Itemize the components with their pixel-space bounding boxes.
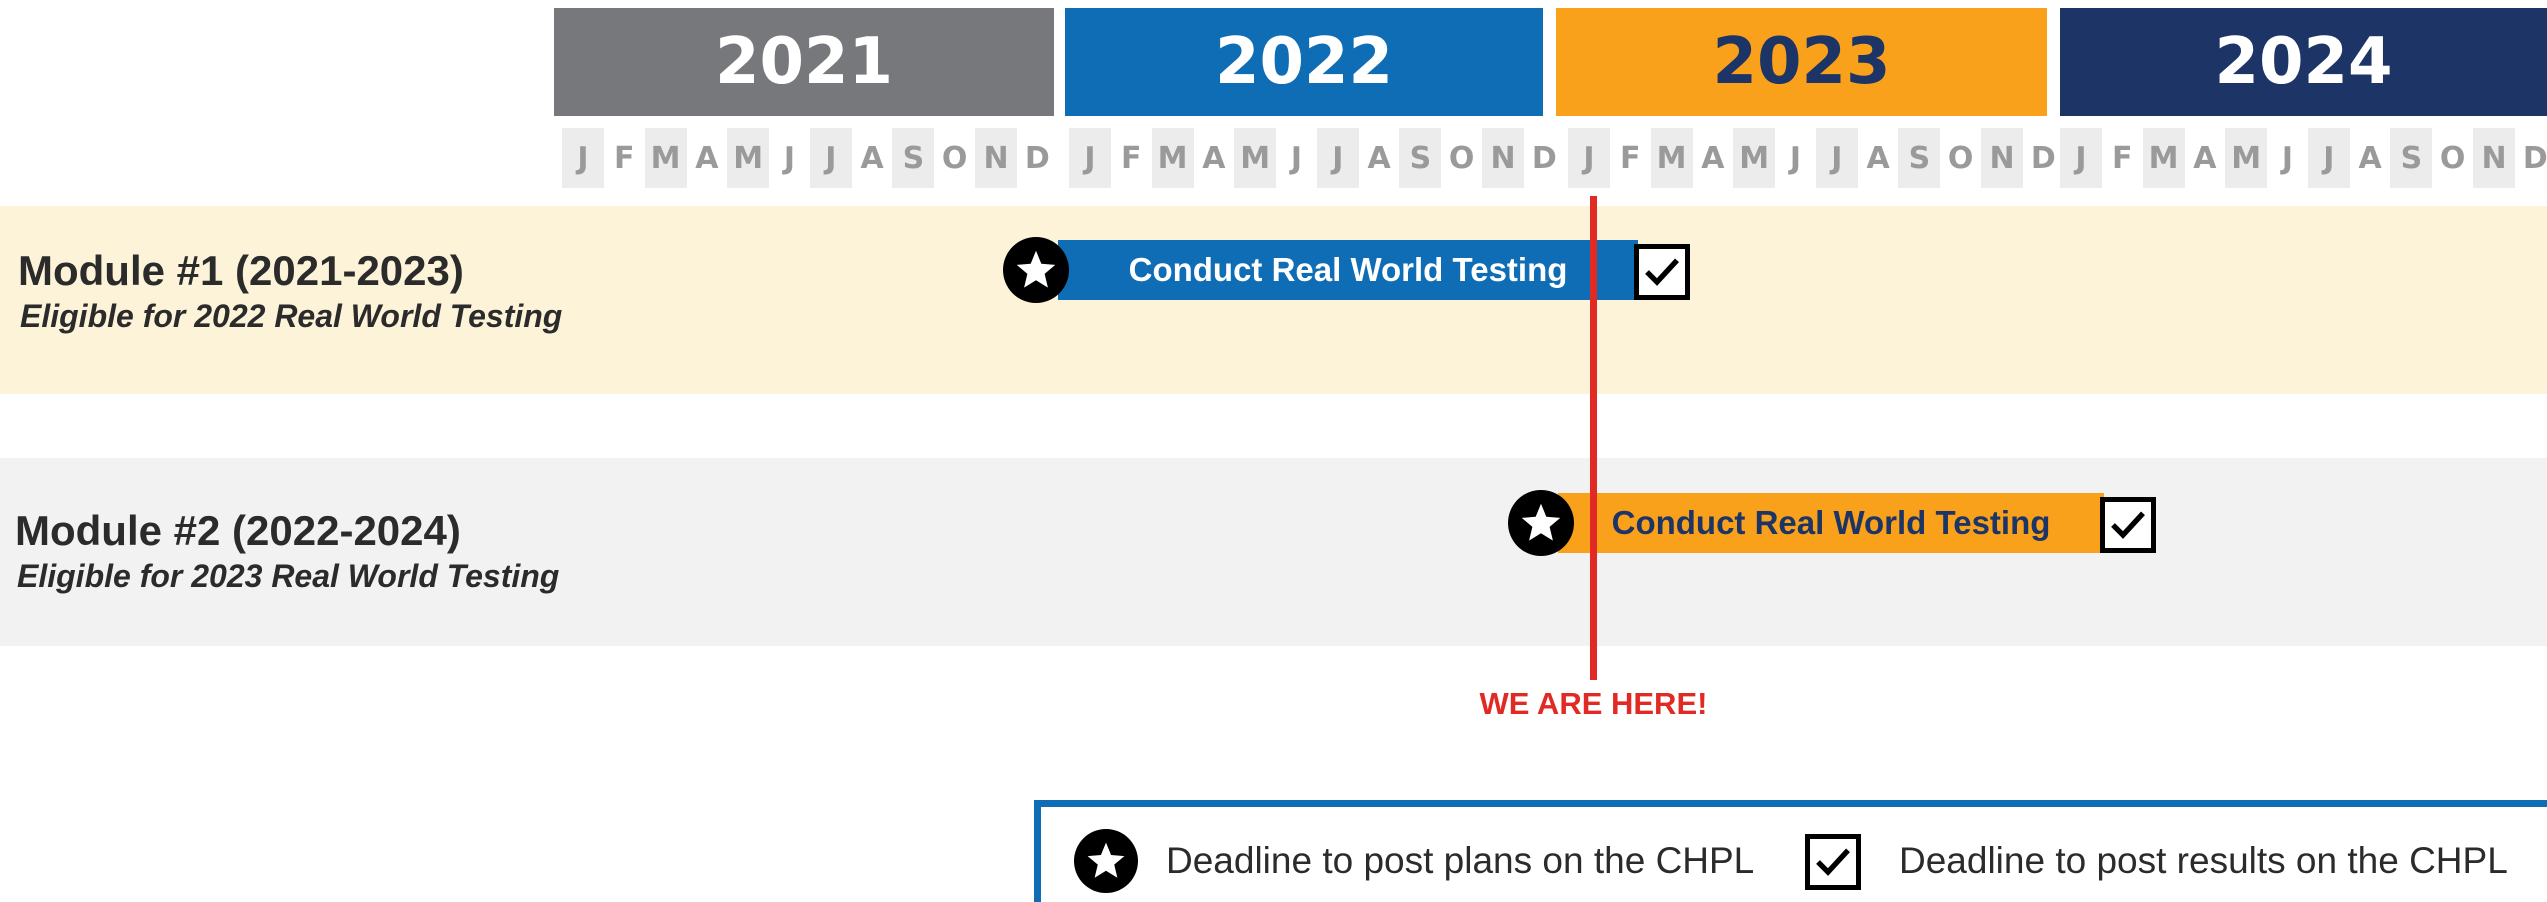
month-2022-5: M — [1234, 128, 1277, 188]
month-2022-2: F — [1121, 140, 1142, 176]
month-2023-3: M — [1650, 128, 1693, 188]
module-1-subtitle: Eligible for 2022 Real World Testing — [20, 298, 563, 334]
month-2024-6: J — [2281, 140, 2294, 176]
month-2023-12: D — [2030, 140, 2056, 176]
year-2024: 2024 — [2060, 8, 2547, 116]
month-2021-3: M — [644, 128, 687, 188]
month-2024-9: S — [2390, 128, 2433, 188]
year-2021: 2021 — [554, 8, 1054, 116]
month-2022-1: J — [1069, 128, 1111, 188]
month-2024-8: A — [2358, 140, 2382, 176]
month-2022-4: A — [1202, 140, 1226, 176]
month-2021-2: F — [614, 140, 635, 176]
module-1-testing-bar: Conduct Real World Testing — [1058, 240, 1638, 300]
month-2024-7: J — [2307, 128, 2350, 188]
month-2024-10: O — [2439, 140, 2466, 176]
module-1-title: Module #1 (2021-2023) — [18, 247, 464, 294]
month-2023-8: A — [1866, 140, 1890, 176]
month-2021-8: A — [860, 140, 884, 176]
month-2024-5: M — [2225, 128, 2268, 188]
month-2024-11: N — [2473, 128, 2515, 188]
month-2022-9: S — [1399, 128, 1442, 188]
year-2023: 2023 — [1556, 8, 2047, 116]
legend-checkbox-icon — [1805, 834, 1861, 890]
module-1-results-check-icon — [1634, 244, 1690, 300]
month-2021-6: J — [783, 140, 796, 176]
current-date-label: WE ARE HERE! — [1479, 686, 1708, 721]
module-2-plans-star-icon — [1508, 490, 1574, 556]
month-2023-10: O — [1947, 140, 1974, 176]
month-2023-7: J — [1815, 128, 1858, 188]
month-2024-4: A — [2193, 140, 2217, 176]
month-2021-10: O — [941, 140, 968, 176]
module-2-results-check-icon — [2100, 497, 2156, 553]
month-2021-9: S — [892, 128, 935, 188]
month-2023-1: J — [1568, 128, 1610, 188]
month-2021-4: A — [695, 140, 719, 176]
month-2022-11: N — [1482, 128, 1524, 188]
month-2021-5: M — [727, 128, 770, 188]
legend-results-label: Deadline to post results on the CHPL — [1899, 840, 2508, 881]
month-2023-11: N — [1981, 128, 2023, 188]
month-2022-3: M — [1151, 128, 1194, 188]
month-2022-6: J — [1290, 140, 1303, 176]
month-2024-2: F — [2112, 140, 2133, 176]
module-2-testing-bar: Conduct Real World Testing — [1558, 493, 2104, 553]
module-1-plans-star-icon — [1003, 237, 1069, 303]
module-2-title: Module #2 (2022-2024) — [15, 507, 461, 554]
current-date-line — [1590, 196, 1597, 680]
month-2022-8: A — [1367, 140, 1391, 176]
month-2021-1: J — [562, 128, 604, 188]
month-2021-11: N — [975, 128, 1017, 188]
month-2024-3: M — [2142, 128, 2185, 188]
month-2021-12: D — [1024, 140, 1050, 176]
month-2022-12: D — [1531, 140, 1557, 176]
legend-star-icon — [1074, 829, 1138, 893]
month-2022-10: O — [1448, 140, 1475, 176]
month-2023-2: F — [1620, 140, 1641, 176]
month-2021-7: J — [809, 128, 852, 188]
month-2022-7: J — [1316, 128, 1359, 188]
month-2023-4: A — [1701, 140, 1725, 176]
month-2023-6: J — [1789, 140, 1802, 176]
month-2024-12: D — [2522, 140, 2547, 176]
month-2023-5: M — [1733, 128, 1776, 188]
month-2024-1: J — [2060, 128, 2102, 188]
month-2023-9: S — [1898, 128, 1941, 188]
year-2022: 2022 — [1065, 8, 1543, 116]
module-2-subtitle: Eligible for 2023 Real World Testing — [17, 558, 560, 594]
legend: Deadline to post plans on the CHPL Deadl… — [1034, 800, 2547, 902]
legend-plans-label: Deadline to post plans on the CHPL — [1166, 840, 1755, 881]
